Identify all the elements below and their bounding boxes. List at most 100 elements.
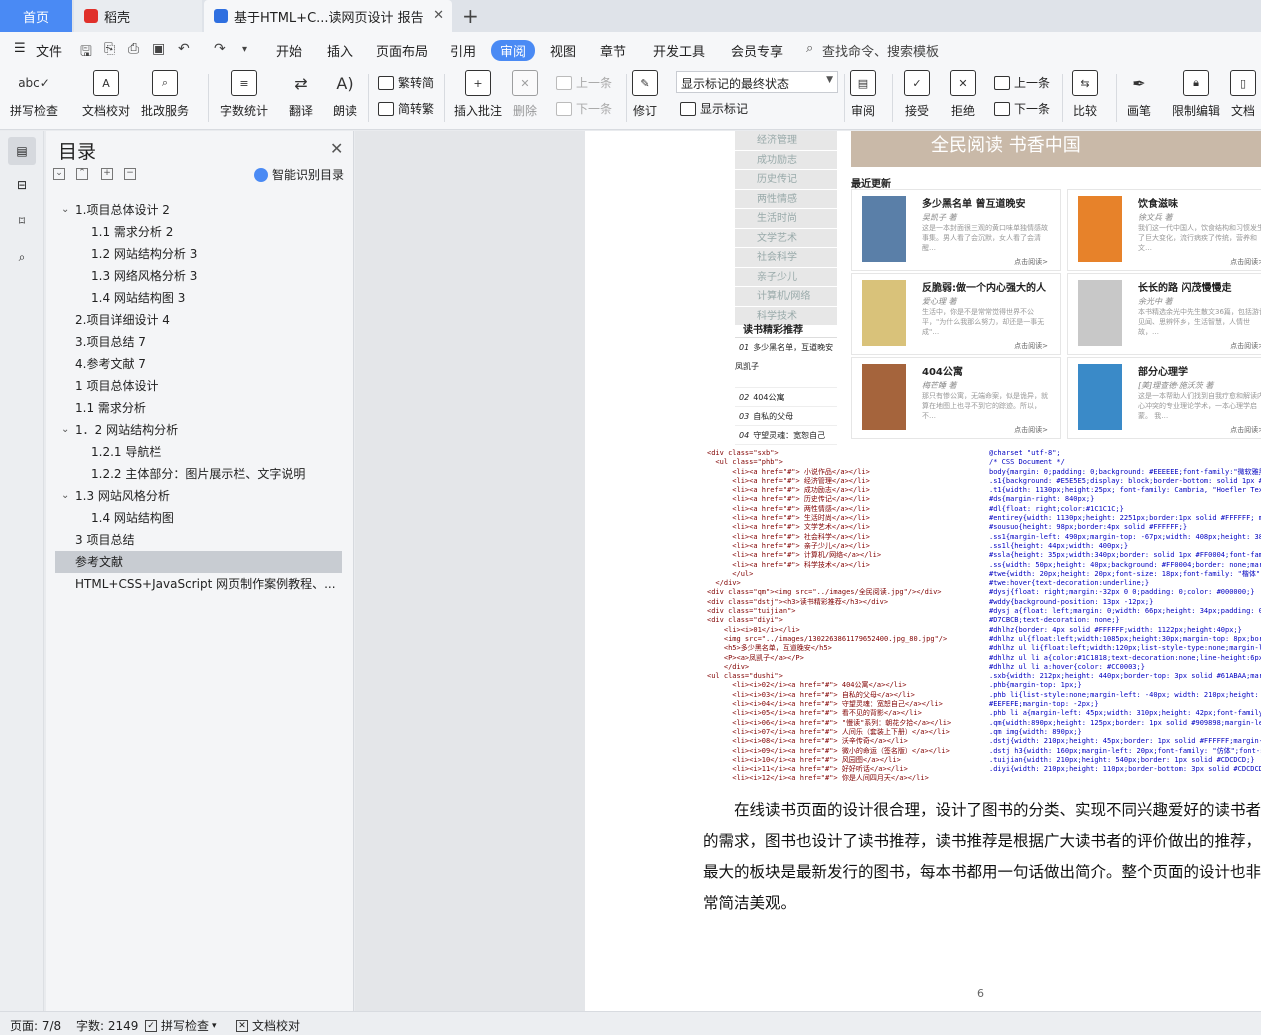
- toc-item[interactable]: 1 项目总体设计: [55, 375, 342, 397]
- toc-item[interactable]: 3.项目总结 7: [55, 331, 342, 353]
- new-tab-button[interactable]: +: [462, 4, 479, 28]
- toc-item-selected[interactable]: 参考文献: [55, 551, 342, 573]
- toc-item[interactable]: 3 项目总结: [55, 529, 342, 551]
- proofread-toggle[interactable]: ✕ 文档校对: [236, 1017, 300, 1034]
- code-line: <li><i>09</i><a href="#"> 微小的命运（签名版）</a>…: [707, 746, 950, 755]
- menu-chapter[interactable]: 章节: [600, 41, 626, 60]
- toc-item[interactable]: 1.1 需求分析: [55, 397, 342, 419]
- toc-item[interactable]: 1.2.2 主体部分：图片展示栏、文字说明: [55, 463, 342, 485]
- toc-item-label: 1.4 网站结构图 3: [91, 291, 186, 305]
- export-icon[interactable]: ⎘: [104, 41, 115, 57]
- tab-home[interactable]: 首页: [0, 0, 72, 32]
- toc-item[interactable]: 1.2 网站结构分析 3: [55, 243, 342, 265]
- preview-icon[interactable]: ▣: [152, 41, 165, 57]
- prev-comment-icon: [556, 75, 572, 90]
- toc-item[interactable]: ⌄ 1．2 网站结构分析: [55, 419, 342, 441]
- compare-button[interactable]: ⇆ 比较: [1072, 70, 1098, 119]
- close-icon[interactable]: ✕: [330, 139, 343, 158]
- hamburger-icon[interactable]: ☰: [14, 41, 26, 56]
- tab-daoke[interactable]: 稻壳: [74, 0, 202, 32]
- menu-layout[interactable]: 页面布局: [376, 41, 428, 60]
- prev-change-button[interactable]: 上一条: [994, 74, 1050, 91]
- collapse-all-icon[interactable]: ⌃: [76, 168, 88, 180]
- document-canvas: 经济管理 成功励志 历史传记 两性情感 生活时尚 文学艺术 社会科学 亲子少儿 …: [355, 131, 1261, 1011]
- revise-button[interactable]: ✎ 修订: [632, 70, 658, 119]
- toc-item[interactable]: 1.1 需求分析 2: [55, 221, 342, 243]
- bookmark-icon[interactable]: ⌑: [8, 207, 36, 235]
- toc-item[interactable]: 1.4 网站结构图: [55, 507, 342, 529]
- remove-heading-icon[interactable]: −: [124, 168, 136, 180]
- doc-check-button[interactable]: A 文档校对: [82, 70, 130, 119]
- menu-start[interactable]: 开始: [276, 41, 302, 60]
- menu-developer[interactable]: 开发工具: [653, 41, 705, 60]
- menu-reference[interactable]: 引用: [450, 41, 476, 60]
- word-count-button[interactable]: ≡ 字数统计: [220, 70, 268, 119]
- spellcheck-button[interactable]: abc✓ 拼写检查: [10, 70, 58, 119]
- batch-service-button[interactable]: ⌕ 批改服务: [141, 70, 189, 119]
- document-right-button[interactable]: ▯ 文档: [1230, 70, 1256, 119]
- insert-comment-label: 插入批注: [454, 104, 503, 118]
- word-doc-icon: [214, 9, 228, 23]
- translate-button[interactable]: ⇄ 翻译: [288, 70, 314, 119]
- toc-item-label: 1.3 网站风格分析: [75, 489, 170, 503]
- toc-item[interactable]: HTML+CSS+JavaScript 网页制作案例教程、...: [55, 573, 342, 595]
- save-icon[interactable]: 🖫: [80, 41, 92, 65]
- markup-mode-select[interactable]: 显示标记的最终状态 ▼: [676, 71, 838, 93]
- close-icon[interactable]: ✕: [433, 8, 444, 23]
- restrict-edit-button[interactable]: 🔒︎ 限制编辑: [1172, 70, 1220, 119]
- toc-item[interactable]: 1.3 网络风格分析 3: [55, 265, 342, 287]
- next-change-button[interactable]: 下一条: [994, 100, 1050, 117]
- convert-icon: [378, 75, 394, 90]
- toc-item[interactable]: 2.项目详细设计 4: [55, 309, 342, 331]
- page-indicator[interactable]: 页面: 7/8: [10, 1017, 61, 1034]
- prev-comment-button[interactable]: 上一条: [556, 74, 612, 91]
- to-traditional-button[interactable]: 繁转简: [378, 74, 434, 91]
- category-item: 经济管理: [735, 131, 837, 151]
- toc-item[interactable]: ⌄ 1.项目总体设计 2: [55, 199, 342, 221]
- document-page[interactable]: 经济管理 成功励志 历史传记 两性情感 生活时尚 文学艺术 社会科学 亲子少儿 …: [585, 131, 1261, 1011]
- undo-icon[interactable]: ↶: [178, 41, 190, 57]
- toc-item[interactable]: 1.4 网站结构图 3: [55, 287, 342, 309]
- toc-icon[interactable]: ▤: [8, 137, 36, 165]
- toc-item-label: 1.2 网站结构分析 3: [91, 247, 198, 261]
- smart-toc-button[interactable]: 智能识别目录: [254, 166, 344, 183]
- code-line: <li><i>03</i><a href="#"> 自私的父母</a></li>: [707, 690, 915, 699]
- accept-button[interactable]: ✓ 接受: [904, 70, 930, 119]
- pen-button[interactable]: ✒ 画笔: [1126, 70, 1152, 119]
- chevron-down-icon[interactable]: ⌄: [61, 199, 69, 221]
- to-simplified-button[interactable]: 简转繁: [378, 100, 434, 117]
- spellcheck-toggle[interactable]: ✓ 拼写检查 ▾: [145, 1017, 217, 1034]
- print-icon[interactable]: ⎙: [128, 41, 139, 57]
- menu-file[interactable]: 文件: [36, 41, 62, 60]
- toc-item[interactable]: ⌄ 1.3 网站风格分析: [55, 485, 342, 507]
- translate-label: 翻译: [288, 104, 313, 118]
- show-markup-button[interactable]: 显示标记: [680, 100, 748, 117]
- chevron-down-icon[interactable]: ⌄: [61, 485, 69, 507]
- add-heading-icon[interactable]: +: [101, 168, 113, 180]
- reject-button[interactable]: ✕ 拒绝: [950, 70, 976, 119]
- review-pane-button[interactable]: ▤ 审阅: [850, 70, 876, 119]
- customize-icon[interactable]: ▾: [242, 44, 247, 55]
- toc-item[interactable]: 1.2.1 导航栏: [55, 441, 342, 463]
- word-count-status[interactable]: 字数: 2149: [76, 1017, 138, 1034]
- menu-review[interactable]: 审阅: [491, 40, 536, 61]
- menu-insert[interactable]: 插入: [327, 41, 353, 60]
- expand-all-icon[interactable]: ⌄: [53, 168, 65, 180]
- chapter-icon[interactable]: ⊟: [8, 171, 36, 199]
- delete-comment-button[interactable]: ✕ 删除: [512, 70, 538, 119]
- book-title: 部分心理学: [1138, 367, 1188, 378]
- status-bar: 页面: 7/8 字数: 2149 ✓ 拼写检查 ▾ ✕ 文档校对: [0, 1011, 1261, 1035]
- search-icon[interactable]: ⌕: [8, 243, 36, 271]
- toc-item-label: 1.项目总体设计 2: [75, 203, 170, 217]
- menu-view[interactable]: 视图: [550, 41, 576, 60]
- read-aloud-button[interactable]: A) 朗读: [332, 70, 358, 119]
- chevron-down-icon[interactable]: ⌄: [61, 419, 69, 441]
- next-comment-button[interactable]: 下一条: [556, 100, 612, 117]
- tab-document[interactable]: 基于HTML+C...读网页设计 报告 ✕: [204, 0, 452, 32]
- toc-item-label: 1.3 网络风格分析 3: [91, 269, 198, 283]
- redo-icon[interactable]: ↷: [214, 41, 226, 57]
- toc-item[interactable]: 4.参考文献 7: [55, 353, 342, 375]
- command-search[interactable]: 查找命令、搜索模板: [822, 41, 939, 60]
- insert-comment-button[interactable]: + 插入批注: [454, 70, 502, 119]
- menu-member[interactable]: 会员专享: [731, 41, 783, 60]
